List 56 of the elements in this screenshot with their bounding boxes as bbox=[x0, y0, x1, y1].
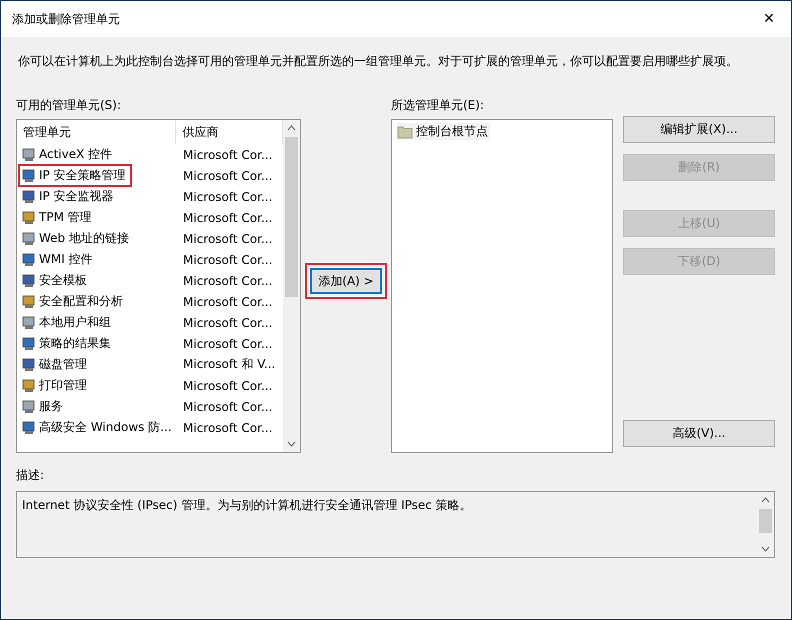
vendor-cell-text: Microsoft 和 V... bbox=[182, 356, 276, 373]
vendor-cell-text: Microsoft Cor... bbox=[182, 294, 272, 308]
snap-in-icon bbox=[21, 146, 37, 162]
snap-in-icon bbox=[21, 294, 37, 310]
snap-in-icon bbox=[21, 188, 37, 204]
snap-in-name[interactable]: Web 地址的链接 bbox=[20, 229, 133, 248]
snap-in-icon bbox=[21, 272, 37, 288]
add-button[interactable]: 添加(A) > bbox=[310, 268, 382, 294]
snap-in-name[interactable]: IP 安全监视器 bbox=[20, 187, 118, 206]
snap-in-icon bbox=[21, 420, 37, 436]
snap-in-icon bbox=[21, 398, 37, 414]
column-header[interactable]: 管理单元 bbox=[17, 120, 176, 144]
window-title: 添加或删除管理单元 bbox=[12, 10, 120, 28]
vendor-cell-text: Microsoft Cor... bbox=[182, 168, 272, 182]
snap-in-name[interactable]: IP 安全策略管理 bbox=[20, 166, 130, 185]
vendor-cell-text: Microsoft Cor... bbox=[182, 210, 272, 224]
vendor-cell-text: Microsoft Cor... bbox=[182, 190, 272, 204]
vendor-cell-text: Microsoft Cor... bbox=[182, 400, 272, 414]
action-button[interactable]: 编辑扩展(X)... bbox=[623, 116, 775, 143]
scrollbar[interactable] bbox=[283, 120, 300, 452]
action-button[interactable]: 高级(V)... bbox=[623, 420, 775, 447]
selected-label: 所选管理单元(E): bbox=[391, 97, 485, 114]
vendor-cell-text: Microsoft Cor... bbox=[182, 148, 272, 162]
description-label: 描述: bbox=[16, 467, 46, 484]
snap-in-name[interactable]: WMI 控件 bbox=[20, 250, 97, 269]
snap-in-icon bbox=[21, 210, 37, 226]
intro-text: 你可以在计算机上为此控制台选择可用的管理单元并配置所选的一组管理单元。对于可扩展的管理单元，你可以配置要启用哪些扩展项。 bbox=[18, 53, 739, 70]
vendor-cell-text: Microsoft Cor... bbox=[182, 378, 272, 392]
vendor-cell-text: Microsoft Cor... bbox=[182, 336, 272, 350]
snap-in-name[interactable]: 本地用户和组 bbox=[20, 313, 115, 332]
snap-in-name[interactable]: 高级安全 Windows 防... bbox=[20, 418, 176, 437]
snap-in-name[interactable]: 服务 bbox=[20, 397, 67, 416]
vendor-cell-text: Microsoft Cor... bbox=[182, 232, 272, 246]
snap-in-name[interactable]: 打印管理 bbox=[20, 376, 91, 395]
snap-in-name[interactable]: 安全模板 bbox=[20, 271, 91, 290]
snap-in-icon bbox=[21, 356, 37, 372]
folder-icon bbox=[397, 124, 413, 138]
snap-in-icon bbox=[21, 378, 37, 394]
vendor-cell-text: Microsoft Cor... bbox=[182, 252, 272, 266]
snap-in-icon bbox=[21, 230, 37, 246]
snap-in-name[interactable]: 安全配置和分析 bbox=[20, 292, 127, 311]
snap-in-icon bbox=[21, 336, 37, 352]
tree-node[interactable]: 控制台根节点 bbox=[397, 123, 490, 140]
snap-in-icon bbox=[21, 314, 37, 330]
snap-in-name[interactable]: TPM 管理 bbox=[20, 208, 96, 227]
close-button[interactable]: ✕ bbox=[747, 2, 791, 36]
snap-in-name[interactable]: 策略的结果集 bbox=[20, 334, 115, 353]
snap-in-name[interactable]: ActiveX 控件 bbox=[20, 145, 116, 164]
vendor-cell-text: Microsoft Cor... bbox=[182, 420, 272, 434]
available-label: 可用的管理单元(S): bbox=[16, 97, 122, 114]
snap-in-icon bbox=[21, 168, 37, 184]
description-text: Internet 协议安全性 (IPsec) 管理。为与别的计算机进行安全通讯管理 IPsec 策略。 bbox=[21, 497, 473, 514]
vendor-cell-text: Microsoft Cor... bbox=[182, 316, 272, 330]
snap-in-icon bbox=[21, 252, 37, 268]
vendor-cell-text: Microsoft Cor... bbox=[182, 274, 272, 288]
snap-in-name[interactable]: 磁盘管理 bbox=[20, 355, 91, 374]
